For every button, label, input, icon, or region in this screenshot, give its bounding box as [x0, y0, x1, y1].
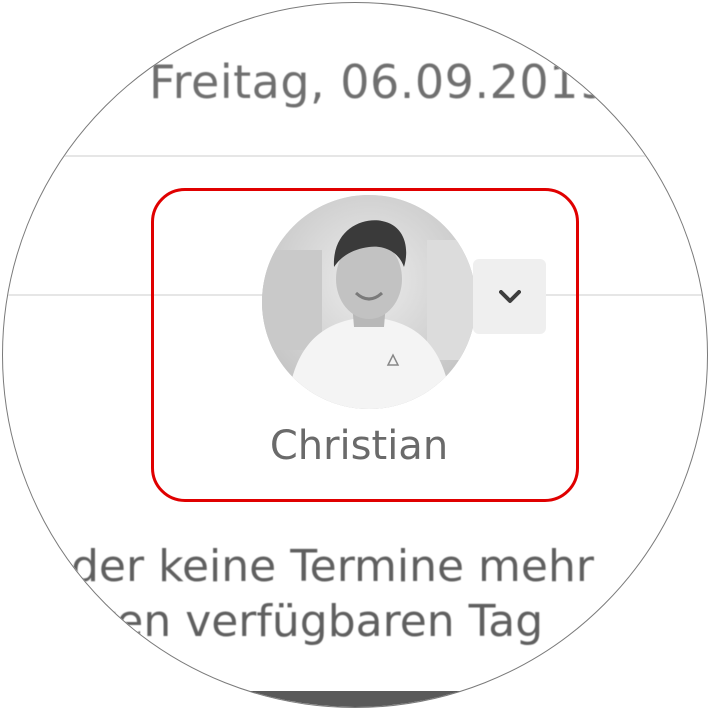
magnifier-lens: Freitag, 06.09.2019 Christian der keine …: [2, 2, 708, 708]
divider: [3, 155, 707, 157]
date-heading: Freitag, 06.09.2019: [149, 55, 609, 109]
info-text-line: der keine Termine mehr: [71, 541, 594, 592]
bottom-bar: [3, 691, 707, 707]
info-text-line: ten verfügbaren Tag: [99, 596, 544, 647]
staff-selection-highlight[interactable]: [151, 188, 579, 502]
